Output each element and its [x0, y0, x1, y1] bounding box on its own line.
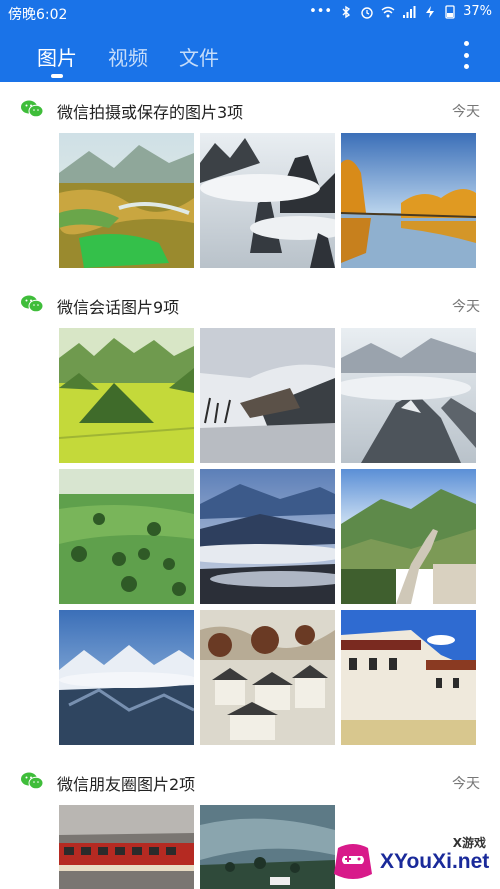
wifi-icon: [381, 6, 395, 17]
section-date: 今天: [452, 776, 480, 792]
site-watermark: X游戏 XYouXi.net: [330, 832, 500, 889]
watermark-site: XYouXi.net: [380, 850, 490, 873]
battery-level: 37%: [463, 4, 492, 19]
alarm-icon: [361, 6, 373, 19]
more-notifications-icon: •••: [309, 4, 333, 19]
signal-icon: [403, 5, 416, 18]
status-bar: 傍晚6:02 ••• 37%: [0, 0, 500, 26]
charging-icon: [426, 5, 435, 18]
photo-thumbnail[interactable]: [59, 610, 194, 745]
bluetooth-icon: [342, 5, 351, 18]
photo-thumbnail[interactable]: [59, 469, 194, 604]
tab-files[interactable]: 文件: [179, 42, 219, 71]
tab-videos[interactable]: 视频: [108, 42, 148, 71]
photo-thumbnail[interactable]: [341, 328, 476, 463]
section-date: 今天: [452, 104, 480, 120]
watermark-brand: X游戏: [452, 836, 486, 850]
photo-thumbnail[interactable]: [200, 610, 335, 745]
gamepad-logo-icon: [334, 844, 372, 879]
wechat-icon: [21, 295, 44, 313]
section-date: 今天: [452, 299, 480, 315]
section-title: 微信拍摄或保存的图片3项: [57, 103, 244, 122]
photo-thumbnail[interactable]: [200, 328, 335, 463]
photo-thumbnail[interactable]: [59, 805, 194, 889]
wechat-icon: [21, 100, 44, 118]
photo-thumbnail[interactable]: [341, 133, 476, 268]
wechat-icon: [21, 772, 44, 790]
photo-thumbnail[interactable]: [341, 610, 476, 745]
photo-thumbnail[interactable]: [200, 805, 335, 889]
status-time: 傍晚6:02: [8, 7, 68, 23]
section-title: 微信会话图片9项: [57, 298, 180, 317]
photo-thumbnail[interactable]: [341, 469, 476, 604]
photo-thumbnail[interactable]: [59, 328, 194, 463]
more-options-icon[interactable]: [464, 41, 470, 69]
photo-thumbnail[interactable]: [200, 133, 335, 268]
section-title: 微信朋友圈图片2项: [57, 775, 196, 794]
app-bar: 图片 视频 文件: [0, 26, 500, 82]
photo-thumbnail[interactable]: [59, 133, 194, 268]
photo-thumbnail[interactable]: [200, 469, 335, 604]
tab-indicator: [51, 74, 63, 78]
battery-icon: [445, 4, 455, 19]
tab-images[interactable]: 图片: [37, 42, 77, 71]
